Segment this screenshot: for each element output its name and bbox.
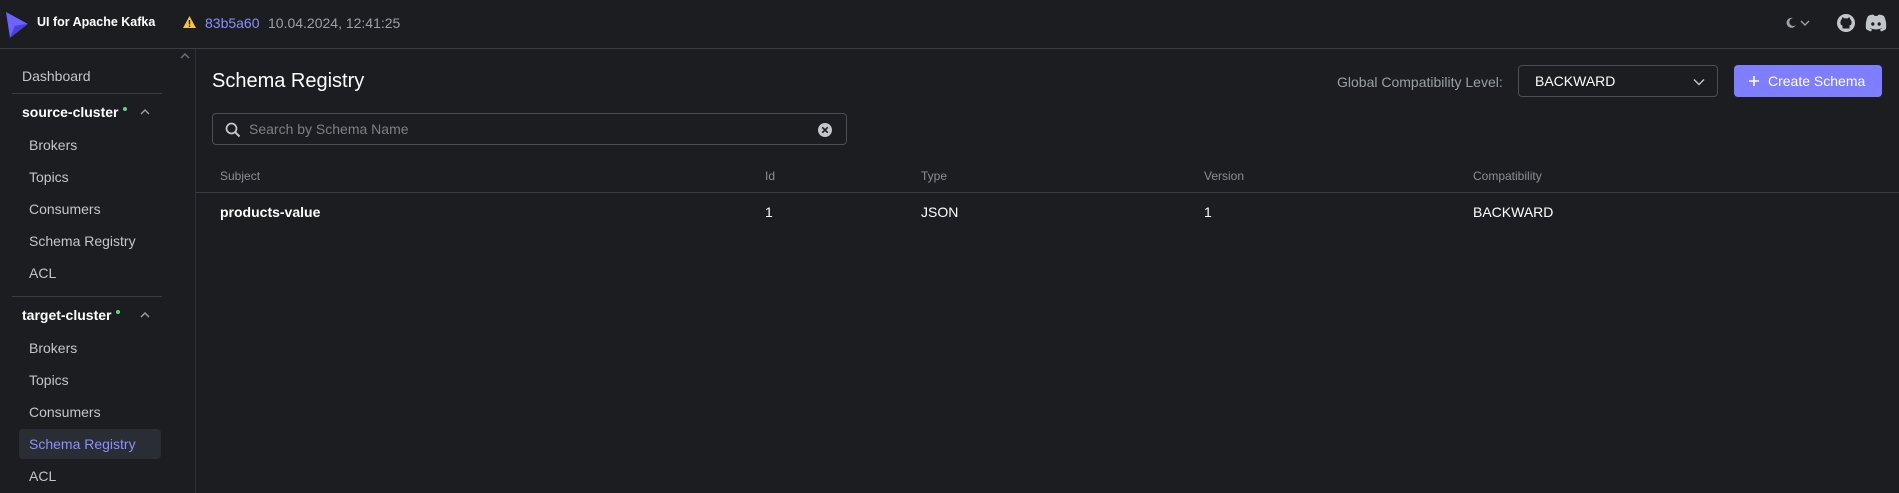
top-navbar: UI for Apache Kafka 83b5a60 10.04.2024, … [0, 0, 1899, 49]
plus-icon [1749, 76, 1759, 86]
online-status-dot [116, 309, 121, 314]
sidebar-item-label: Consumers [29, 404, 101, 420]
discord-icon[interactable] [1864, 13, 1888, 33]
sidebar-item-label: Schema Registry [29, 436, 136, 452]
cell-compatibility: BACKWARD [1473, 204, 1554, 220]
column-header-id[interactable]: Id [765, 169, 775, 183]
clear-icon[interactable] [817, 122, 833, 138]
search-icon [225, 122, 241, 138]
main-content: Schema Registry Global Compatibility Lev… [196, 49, 1899, 493]
sidebar-item-topics[interactable]: Topics [19, 365, 161, 395]
sidebar-cluster-target[interactable]: target-cluster [12, 296, 162, 332]
sidebar-item-schema-registry-active[interactable]: Schema Registry [19, 429, 161, 459]
sidebar-item-schema-registry[interactable]: Schema Registry [19, 226, 161, 256]
sidebar-item-label: Brokers [29, 137, 78, 153]
cell-subject[interactable]: products-value [220, 204, 320, 220]
sidebar-item-brokers[interactable]: Brokers [19, 333, 161, 363]
cell-type: JSON [921, 204, 959, 220]
sidebar-cluster-source[interactable]: source-cluster [12, 93, 162, 129]
sidebar: Dashboard source-cluster Brokers Topics … [0, 49, 196, 493]
app-title[interactable]: UI for Apache Kafka [37, 15, 155, 29]
sidebar-item-brokers[interactable]: Brokers [19, 130, 161, 160]
search-input[interactable] [249, 114, 809, 144]
table-row[interactable]: products-value 1 JSON 1 BACKWARD [196, 193, 1899, 229]
warning-icon [183, 16, 196, 28]
build-date: 10.04.2024, 12:41:25 [268, 15, 401, 31]
search-box [212, 113, 847, 145]
column-header-type[interactable]: Type [921, 169, 947, 183]
sidebar-item-label: ACL [29, 468, 57, 484]
theme-toggle[interactable] [1785, 14, 1817, 32]
chevron-up-icon [140, 312, 150, 318]
sidebar-item-topics[interactable]: Topics [19, 162, 161, 192]
sidebar-item-label: Brokers [29, 340, 78, 356]
sidebar-item-dashboard[interactable]: Dashboard [12, 61, 154, 91]
chevron-up-icon[interactable] [180, 52, 190, 60]
sidebar-item-acl[interactable]: ACL [19, 258, 161, 288]
page-title: Schema Registry [212, 70, 365, 92]
version-link[interactable]: 83b5a60 [205, 15, 260, 31]
cluster-name: target-cluster [22, 306, 112, 323]
github-icon[interactable] [1836, 13, 1856, 33]
online-status-dot [123, 106, 128, 111]
sidebar-item-acl[interactable]: ACL [19, 461, 161, 491]
sidebar-item-label: Schema Registry [29, 233, 136, 249]
sidebar-item-label: ACL [29, 265, 57, 281]
cell-version: 1 [1204, 204, 1212, 220]
kafka-logo-icon[interactable] [4, 10, 30, 40]
compatibility-value: BACKWARD [1535, 73, 1616, 89]
cell-id: 1 [765, 204, 773, 220]
global-compatibility-select[interactable]: BACKWARD [1518, 65, 1718, 97]
chevron-down-icon [1693, 79, 1705, 86]
sidebar-item-label: Consumers [29, 201, 101, 217]
column-header-compatibility[interactable]: Compatibility [1473, 169, 1542, 183]
column-header-version[interactable]: Version [1204, 169, 1244, 183]
column-header-subject[interactable]: Subject [220, 169, 260, 183]
chevron-up-icon [140, 109, 150, 115]
sidebar-item-label: Topics [29, 372, 69, 388]
compatibility-label: Global Compatibility Level: [1337, 74, 1503, 90]
sidebar-item-label: Dashboard [22, 68, 91, 84]
create-schema-button[interactable]: Create Schema [1734, 65, 1882, 97]
chevron-down-icon [1800, 20, 1810, 26]
table-header: Subject Id Type Version Compatibility [196, 161, 1899, 193]
sidebar-item-label: Topics [29, 169, 69, 185]
sidebar-item-consumers[interactable]: Consumers [19, 397, 161, 427]
cluster-name: source-cluster [22, 103, 119, 120]
moon-icon [1786, 17, 1796, 28]
create-schema-label: Create Schema [1768, 73, 1866, 89]
sidebar-item-consumers[interactable]: Consumers [19, 194, 161, 224]
